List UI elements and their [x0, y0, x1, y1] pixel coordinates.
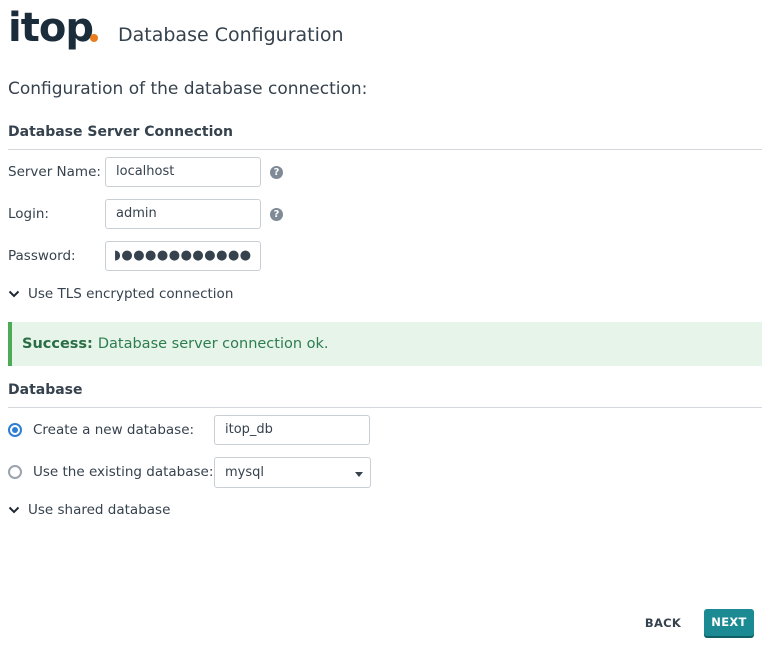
app-header: itop	[8, 6, 100, 56]
new-database-name-input[interactable]: itop_db	[214, 415, 370, 445]
success-alert: Success: Database server connection ok.	[8, 322, 762, 366]
create-database-radio[interactable]	[8, 423, 22, 437]
page-title: Database Configuration	[118, 24, 344, 46]
logo-dot	[90, 34, 98, 42]
login-label: Login:	[8, 206, 49, 222]
page-subtitle: Configuration of the database connection…	[8, 79, 368, 99]
existing-database-select[interactable]: mysql	[214, 457, 371, 488]
back-button[interactable]: BACK	[640, 612, 686, 634]
shared-database-toggle[interactable]: Use shared database	[8, 502, 170, 518]
shared-database-label: Use shared database	[28, 502, 171, 518]
chevron-down-icon	[8, 290, 20, 298]
question-circle-icon[interactable]: ?	[270, 208, 283, 221]
existing-database-label: Use the existing database:	[33, 464, 214, 480]
existing-database-radio[interactable]	[8, 465, 22, 479]
next-button[interactable]: NEXT	[704, 609, 754, 636]
alert-prefix: Success:	[22, 336, 93, 352]
chevron-down-icon	[8, 506, 20, 514]
create-database-label: Create a new database:	[33, 422, 195, 438]
password-input[interactable]: ◗●●●●●●●●●●●	[105, 241, 261, 271]
server-name-label: Server Name:	[8, 164, 101, 180]
password-label: Password:	[8, 248, 76, 264]
database-section-title: Database	[8, 382, 83, 398]
login-input[interactable]: admin	[105, 199, 261, 229]
existing-database-selected: mysql	[225, 465, 264, 480]
caret-down-icon	[355, 472, 363, 477]
section-divider	[8, 407, 762, 408]
section-divider	[8, 149, 762, 150]
alert-message: Database server connection ok.	[97, 336, 329, 352]
tls-toggle-label: Use TLS encrypted connection	[28, 286, 234, 302]
itop-logo: itop	[8, 6, 100, 56]
server-name-input[interactable]: localhost	[105, 157, 261, 187]
server-section-title: Database Server Connection	[8, 124, 233, 140]
logo-text: itop	[8, 5, 94, 51]
question-circle-icon[interactable]: ?	[270, 166, 283, 179]
tls-toggle[interactable]: Use TLS encrypted connection	[8, 286, 233, 302]
